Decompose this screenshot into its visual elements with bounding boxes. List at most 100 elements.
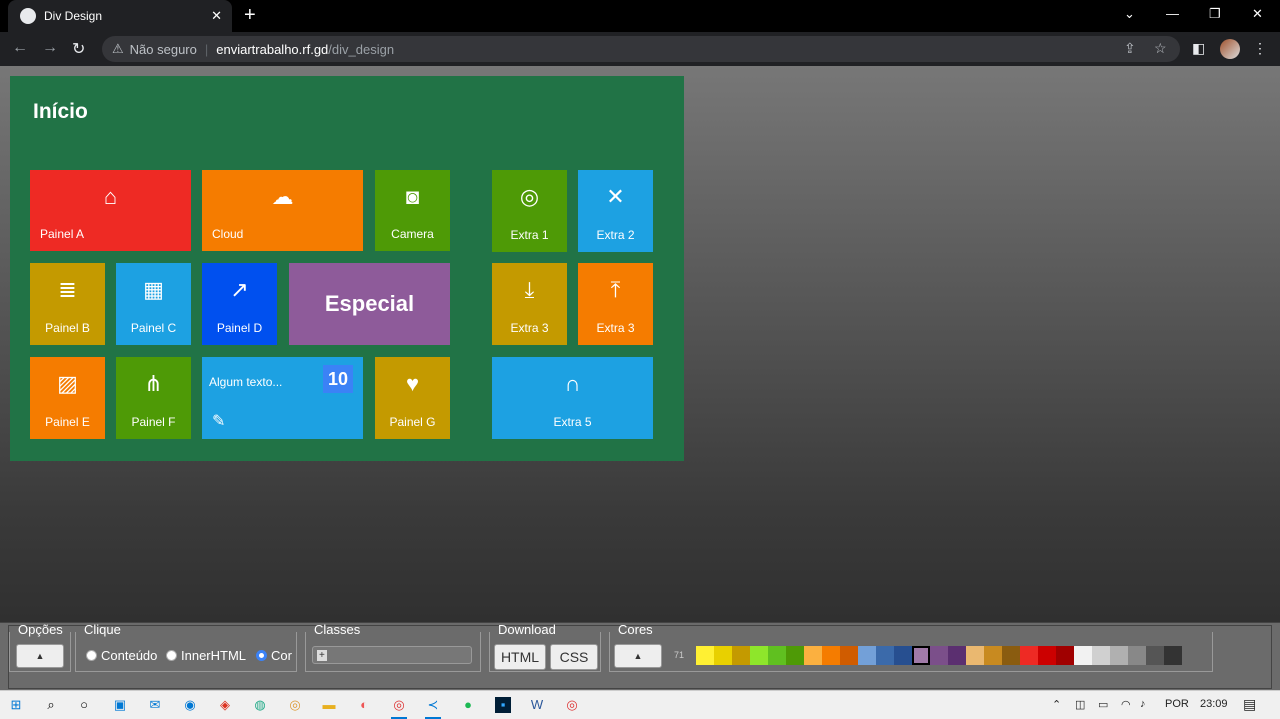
color-swatch[interactable] <box>840 646 858 665</box>
download-html-button[interactable]: HTML <box>494 644 546 670</box>
color-swatch[interactable] <box>858 646 876 665</box>
color-swatch[interactable] <box>750 646 768 665</box>
lightroom-icon[interactable]: ▪ <box>495 697 511 713</box>
address-bar[interactable]: ⚠ Não seguro | enviartrabalho.rf.gd /div… <box>102 36 1180 62</box>
spotify-icon[interactable]: ● <box>460 697 476 713</box>
classes-add-button[interactable]: + <box>317 649 327 661</box>
vscode-icon[interactable]: ≺ <box>425 697 441 713</box>
reload-icon[interactable]: ↻ <box>72 39 85 59</box>
tile-12[interactable]: ▨ Painel E <box>30 357 105 439</box>
color-swatch[interactable] <box>1128 646 1146 665</box>
browser-tab[interactable]: Div Design ✕ <box>8 0 232 32</box>
tile-label: Painel B <box>45 321 90 335</box>
brave-icon[interactable]: ◈ <box>217 697 233 713</box>
task-view-icon[interactable]: ▣ <box>112 697 128 713</box>
edit-icon: ✎ <box>212 413 226 430</box>
share-icon[interactable]: ⇪ <box>1124 40 1136 57</box>
tile-5[interactable]: ✕ Extra 2 <box>578 170 653 252</box>
color-swatch[interactable] <box>876 646 894 665</box>
tile-label: Algum texto... <box>209 375 283 389</box>
profile-avatar[interactable] <box>1220 39 1240 59</box>
radio-dot <box>166 650 177 661</box>
firefox-icon[interactable]: ◐ <box>356 697 372 713</box>
edge-icon[interactable]: ◍ <box>252 697 268 713</box>
color-swatch[interactable] <box>732 646 750 665</box>
tile-1[interactable]: ⌂ Painel A <box>30 170 191 251</box>
search-icon[interactable]: ⌕ <box>43 697 59 713</box>
tile-16[interactable]: ∩ Extra 5 <box>492 357 653 439</box>
color-swatch[interactable] <box>714 646 732 665</box>
color-swatch[interactable] <box>1056 646 1074 665</box>
bookmark-star-icon[interactable]: ☆ <box>1154 40 1167 57</box>
camera-icon: ◙ <box>405 184 420 209</box>
color-swatch[interactable] <box>984 646 1002 665</box>
tile-13[interactable]: ⋔ Painel F <box>116 357 191 439</box>
mail-icon[interactable]: ✉ <box>147 697 163 713</box>
tile-3[interactable]: ◙ Camera <box>375 170 450 251</box>
volume-icon[interactable]: ♪ <box>1140 698 1146 710</box>
windows-start-icon[interactable]: ⊞ <box>8 697 24 713</box>
color-swatch[interactable] <box>894 646 912 665</box>
tile-8[interactable]: ↗ Painel D <box>202 263 277 345</box>
window-close-icon[interactable]: ✕ <box>1252 6 1263 22</box>
color-swatch[interactable] <box>1020 646 1038 665</box>
clock[interactable]: 23:09 <box>1200 698 1228 710</box>
tile-4[interactable]: ◎ Extra 1 <box>492 170 567 252</box>
explorer-icon[interactable]: ▬ <box>321 697 337 713</box>
back-icon[interactable]: ← <box>12 39 28 57</box>
tile-2[interactable]: ☁ Cloud <box>202 170 363 251</box>
chrome-icon[interactable]: ◎ <box>287 697 303 713</box>
browser-tab-strip: Div Design ✕ + ⌄ — ❐ ✕ <box>0 0 1280 32</box>
radio-conteudo[interactable]: Conteúdo <box>86 648 157 663</box>
color-swatch[interactable] <box>1074 646 1092 665</box>
tile-6[interactable]: ≣ Painel B <box>30 263 105 345</box>
tile-10[interactable]: ⤓ Extra 3 <box>492 263 567 345</box>
radio-cor[interactable]: Cor <box>256 648 292 663</box>
classes-select[interactable]: + <box>312 646 472 664</box>
color-swatch[interactable] <box>1092 646 1110 665</box>
tile-9[interactable]: Especial <box>289 263 450 345</box>
color-swatch[interactable] <box>1038 646 1056 665</box>
color-swatch[interactable] <box>948 646 966 665</box>
store-icon[interactable]: ◉ <box>182 697 198 713</box>
tile-15[interactable]: ♥ Painel G <box>375 357 450 439</box>
forward-icon[interactable]: → <box>42 39 58 57</box>
tab-search-icon[interactable]: ⌄ <box>1124 6 1135 22</box>
tray-expand-icon[interactable]: ⌃ <box>1052 698 1061 711</box>
restore-icon[interactable]: ❐ <box>1209 6 1221 22</box>
tile-label: Extra 3 <box>596 321 635 335</box>
tile-7[interactable]: ▦ Painel C <box>116 263 191 345</box>
tile-14[interactable]: Algum texto... 10 ✎ <box>202 357 363 439</box>
radio-innerhtml[interactable]: InnerHTML <box>166 648 246 663</box>
opcoes-toggle-button[interactable]: ▲ <box>16 644 64 668</box>
meet-icon[interactable]: ◫ <box>1075 698 1085 711</box>
notifications-icon[interactable]: ▤ <box>1243 696 1256 713</box>
color-swatch[interactable] <box>1164 646 1182 665</box>
battery-icon[interactable]: ▭ <box>1098 698 1108 711</box>
minimize-icon[interactable]: — <box>1166 6 1179 21</box>
color-swatch[interactable] <box>786 646 804 665</box>
close-tab-icon[interactable]: ✕ <box>211 8 222 24</box>
color-swatch[interactable] <box>768 646 786 665</box>
tile-11[interactable]: ⤒ Extra 3 <box>578 263 653 345</box>
color-swatch[interactable] <box>696 646 714 665</box>
new-tab-button[interactable]: + <box>244 4 256 27</box>
wifi-icon[interactable]: ◠ <box>1121 698 1131 711</box>
color-swatch[interactable] <box>1002 646 1020 665</box>
side-panel-icon[interactable]: ◧ <box>1192 40 1205 57</box>
language-indicator[interactable]: POR <box>1165 698 1189 710</box>
word-icon[interactable]: W <box>529 697 545 713</box>
color-swatch[interactable] <box>1110 646 1128 665</box>
chrome-alt-icon[interactable]: ◎ <box>564 697 580 713</box>
download-css-button[interactable]: CSS <box>550 644 598 670</box>
cortana-icon[interactable]: ○ <box>76 697 92 713</box>
color-swatch[interactable] <box>822 646 840 665</box>
menu-kebab-icon[interactable]: ⋮ <box>1253 40 1267 57</box>
color-swatch[interactable] <box>804 646 822 665</box>
cores-toggle-button[interactable]: ▲ <box>614 644 662 668</box>
color-swatch[interactable] <box>966 646 984 665</box>
chrome-active-icon[interactable]: ◎ <box>391 697 407 713</box>
color-swatch[interactable] <box>912 646 930 665</box>
color-swatch[interactable] <box>930 646 948 665</box>
color-swatch[interactable] <box>1146 646 1164 665</box>
